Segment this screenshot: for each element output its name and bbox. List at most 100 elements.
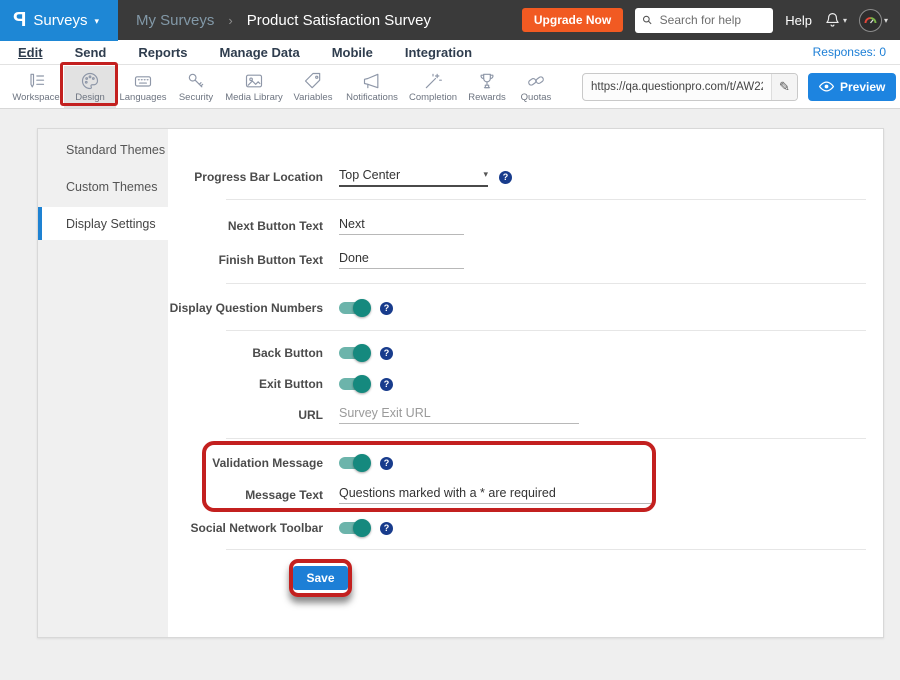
help-icon[interactable]: ? — [380, 302, 393, 315]
toolbar-item-languages[interactable]: Languages — [116, 66, 170, 108]
nav-tab-mobile[interactable]: Mobile — [332, 45, 373, 60]
gauge-icon — [863, 13, 878, 28]
eye-icon — [819, 81, 834, 92]
upgrade-now-button[interactable]: Upgrade Now — [522, 8, 623, 32]
toolbar-item-workspace[interactable]: Workspace — [8, 66, 64, 108]
toolbar-item-design[interactable]: Design — [64, 66, 116, 108]
finish-button-text-label: Finish Button Text — [38, 253, 323, 267]
survey-url-box: ✎ — [582, 73, 798, 101]
divider — [226, 330, 866, 331]
bell-icon — [824, 11, 841, 29]
social-network-toolbar-toggle[interactable] — [339, 522, 369, 534]
message-text-row: Message Text — [38, 483, 651, 507]
palette-icon — [79, 71, 101, 91]
topbar-actions: Upgrade Now Help ▾ ▾ — [522, 8, 900, 33]
top-bar: P Surveys ▾ My Surveys › Product Satisfa… — [0, 0, 900, 40]
message-text-label: Message Text — [38, 488, 323, 502]
toolbar-item-rewards[interactable]: Rewards — [462, 66, 512, 108]
save-button[interactable]: Save — [293, 566, 347, 590]
social-network-toolbar-row: Social Network Toolbar ? — [38, 516, 393, 540]
preview-button[interactable]: Preview — [808, 73, 896, 101]
progress-bar-location-select[interactable]: Top Center ▾ — [339, 168, 488, 187]
breadcrumb-my-surveys[interactable]: My Surveys — [136, 12, 214, 29]
divider — [226, 283, 866, 284]
display-question-numbers-row: Display Question Numbers ? — [38, 296, 393, 320]
edit-url-button[interactable]: ✎ — [771, 74, 797, 100]
toolbar-item-notifications[interactable]: Notifications — [340, 66, 404, 108]
back-button-row: Back Button ? — [38, 341, 393, 365]
breadcrumb: My Surveys › Product Satisfaction Survey — [136, 12, 431, 29]
exit-button-row: Exit Button ? — [38, 372, 393, 396]
search-icon — [642, 14, 652, 26]
social-network-toolbar-label: Social Network Toolbar — [38, 521, 323, 535]
responses-count: Responses: 0 — [813, 45, 900, 59]
back-button-label: Back Button — [38, 346, 323, 360]
help-icon[interactable]: ? — [499, 171, 512, 184]
avatar — [859, 9, 882, 32]
progress-bar-location-label: Progress Bar Location — [38, 170, 323, 184]
survey-url-input[interactable] — [583, 81, 771, 93]
toolbar-item-variables[interactable]: Variables — [286, 66, 340, 108]
trophy-icon — [476, 71, 498, 91]
display-settings-form: Progress Bar Location Top Center ▾ ? Nex… — [38, 129, 883, 637]
validation-message-toggle[interactable] — [339, 457, 369, 469]
validation-message-row: Validation Message ? — [38, 451, 393, 475]
nav-tab-edit[interactable]: Edit — [18, 45, 43, 60]
divider — [226, 549, 866, 550]
key-icon — [185, 71, 207, 91]
tag-icon — [302, 71, 324, 91]
next-button-text-label: Next Button Text — [38, 219, 323, 233]
exit-button-toggle[interactable] — [339, 378, 369, 390]
help-icon[interactable]: ? — [380, 522, 393, 535]
design-toolbar: Workspace Design Languages Security Medi… — [0, 65, 900, 109]
display-question-numbers-label: Display Question Numbers — [38, 301, 323, 315]
exit-url-label: URL — [38, 408, 323, 422]
progress-bar-location-row: Progress Bar Location Top Center ▾ ? — [38, 165, 512, 189]
message-text-input[interactable] — [339, 486, 651, 504]
magic-wand-icon — [422, 71, 444, 91]
account-menu[interactable]: ▾ — [859, 9, 888, 32]
back-button-toggle[interactable] — [339, 347, 369, 359]
toolbar-item-quotas[interactable]: Quotas — [512, 66, 560, 108]
exit-url-input[interactable] — [339, 406, 579, 424]
chevron-down-icon: ▾ — [483, 169, 488, 180]
pencil-icon: ✎ — [779, 79, 790, 94]
display-settings-panel: Standard Themes Custom Themes Display Se… — [37, 128, 884, 638]
surveys-product-menu[interactable]: P Surveys ▾ — [0, 0, 118, 41]
finish-button-text-input[interactable] — [339, 251, 464, 269]
help-icon[interactable]: ? — [380, 378, 393, 391]
survey-nav: Edit Send Reports Manage Data Mobile Int… — [0, 40, 900, 65]
nav-tab-reports[interactable]: Reports — [138, 45, 187, 60]
nav-tab-integration[interactable]: Integration — [405, 45, 472, 60]
display-question-numbers-toggle[interactable] — [339, 302, 369, 314]
help-link[interactable]: Help — [785, 13, 812, 28]
product-name: Surveys — [33, 12, 87, 29]
toolbar-item-media-library[interactable]: Media Library — [222, 66, 286, 108]
annotation-save-highlight: Save — [289, 559, 352, 597]
toolbar-item-security[interactable]: Security — [170, 66, 222, 108]
image-icon — [243, 71, 265, 91]
help-icon[interactable]: ? — [380, 457, 393, 470]
help-icon[interactable]: ? — [380, 347, 393, 360]
keyboard-icon — [132, 71, 154, 91]
help-search — [635, 8, 773, 33]
nav-tab-send[interactable]: Send — [75, 45, 107, 60]
chain-links-icon — [525, 71, 547, 91]
notifications-bell-menu[interactable]: ▾ — [824, 11, 847, 29]
nav-tab-manage-data[interactable]: Manage Data — [219, 45, 299, 60]
divider — [226, 199, 866, 200]
megaphone-icon — [361, 71, 383, 91]
toolbar-item-completion[interactable]: Completion — [404, 66, 462, 108]
questionpro-logo-icon: P — [13, 9, 26, 32]
workspace-icon — [25, 71, 47, 91]
divider — [226, 438, 866, 439]
page: P Surveys ▾ My Surveys › Product Satisfa… — [0, 0, 900, 680]
exit-url-row: URL — [38, 403, 579, 427]
search-input[interactable] — [658, 12, 767, 28]
chevron-down-icon: ▾ — [95, 16, 100, 27]
next-button-text-input[interactable] — [339, 217, 464, 235]
survey-title: Product Satisfaction Survey — [247, 12, 431, 29]
chevron-down-icon: ▾ — [843, 16, 847, 25]
next-button-text-row: Next Button Text — [38, 214, 464, 238]
exit-button-label: Exit Button — [38, 377, 323, 391]
